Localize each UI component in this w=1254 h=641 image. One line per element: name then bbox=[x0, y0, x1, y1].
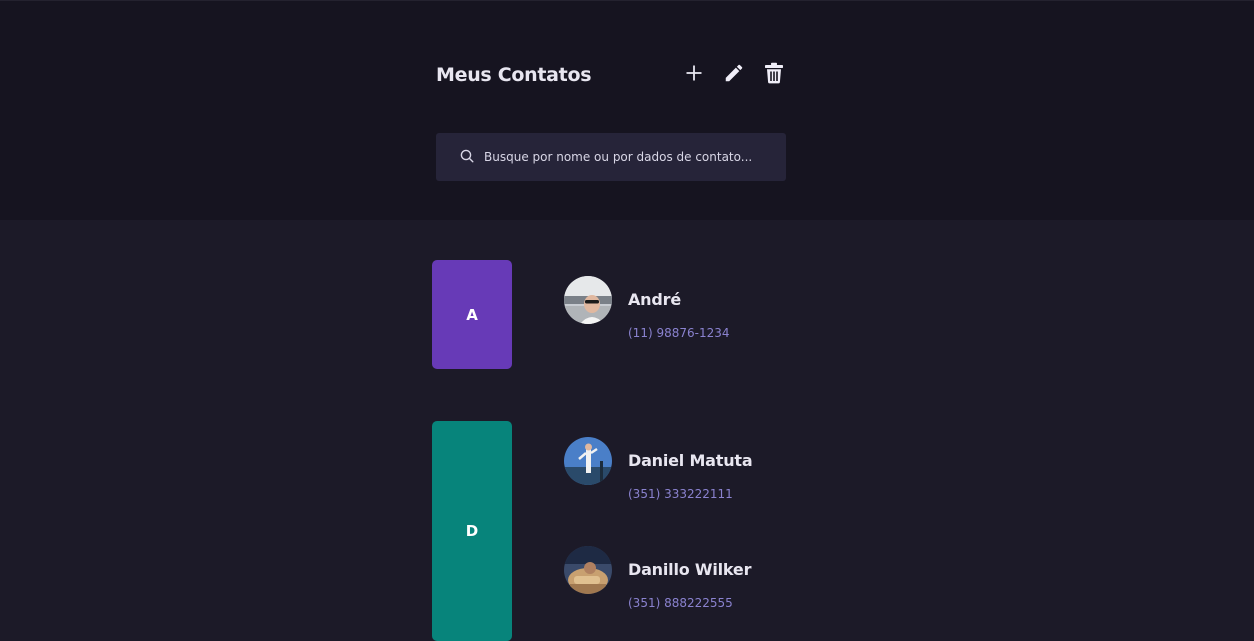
search-box bbox=[436, 133, 786, 181]
contact-phone: (351) 888222555 bbox=[628, 596, 733, 610]
contact-name: Daniel Matuta bbox=[628, 451, 753, 470]
avatar bbox=[564, 276, 612, 324]
contact-phone: (351) 333222111 bbox=[628, 487, 733, 501]
avatar bbox=[564, 546, 612, 594]
group-letter-a: A bbox=[432, 260, 512, 369]
plus-icon bbox=[685, 64, 703, 82]
edit-contact-button[interactable] bbox=[720, 59, 748, 87]
pencil-icon bbox=[723, 62, 745, 84]
avatar bbox=[564, 437, 612, 485]
search-icon bbox=[460, 148, 474, 167]
page-title: Meus Contatos bbox=[436, 64, 592, 86]
contact-name: Danillo Wilker bbox=[628, 560, 752, 579]
contact-item-daniel-matuta[interactable]: Daniel Matuta (351) 333222111 bbox=[564, 437, 784, 507]
add-contact-button[interactable] bbox=[680, 59, 708, 87]
trash-icon bbox=[764, 62, 784, 84]
header: Meus Contatos bbox=[0, 0, 1254, 220]
contact-name: André bbox=[628, 290, 681, 309]
contact-phone: (11) 98876-1234 bbox=[628, 326, 730, 340]
group-letter-d: D bbox=[432, 421, 512, 641]
delete-contact-button[interactable] bbox=[760, 59, 788, 87]
search-input[interactable] bbox=[484, 145, 774, 169]
contact-item-andre[interactable]: André (11) 98876-1234 bbox=[564, 276, 764, 346]
